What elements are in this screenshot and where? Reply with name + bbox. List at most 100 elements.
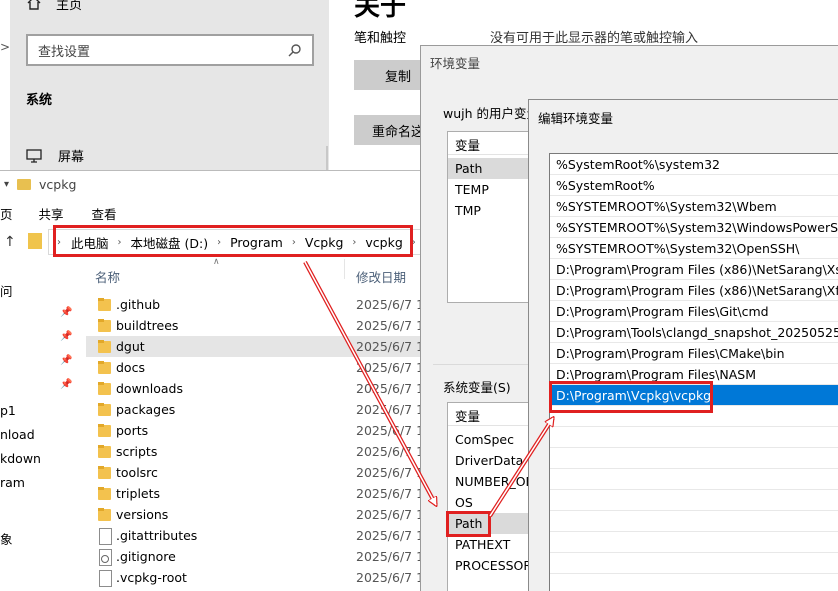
file-name: downloads: [116, 381, 183, 396]
file-row[interactable]: .gitignore 2025/6/7 1: [86, 546, 430, 567]
path-entry-empty[interactable]: [550, 427, 838, 448]
path-entry[interactable]: %SYSTEMROOT%\System32\WindowsPowerShel: [550, 217, 838, 238]
nav-item-screen[interactable]: 屏幕: [26, 146, 84, 165]
folder-icon: [97, 339, 113, 355]
file-date: 2025/6/7 1: [356, 423, 425, 438]
file-date: 2025/6/7 1: [356, 486, 425, 501]
quick-access-item[interactable]: p1: [0, 403, 16, 418]
nav-chevron-icon[interactable]: >: [0, 40, 10, 54]
path-entry[interactable]: %SYSTEMROOT%\System32\Wbem: [550, 196, 838, 217]
home-icon: [27, 0, 41, 10]
path-entry[interactable]: D:\Program\Program Files\CMake\bin: [550, 343, 838, 364]
file-row[interactable]: .vcpkg-root 2025/6/7 1: [86, 567, 430, 588]
folder-icon: [17, 179, 32, 190]
quick-access-item[interactable]: 象: [0, 529, 13, 548]
settings-search-input[interactable]: 查找设置: [26, 34, 314, 66]
search-placeholder: 查找设置: [38, 44, 91, 60]
tab-share[interactable]: 共享: [39, 204, 64, 223]
path-entry-empty[interactable]: [550, 448, 838, 469]
file-date: 2025/6/7 1: [356, 549, 425, 564]
path-entry-empty[interactable]: [550, 469, 838, 490]
path-entry[interactable]: D:\Program\Tools\clangd_snapshot_2025052…: [550, 322, 838, 343]
edit-env-var-dialog: 编辑环境变量 %SystemRoot%\system32 %SystemRoot%…: [528, 99, 838, 591]
file-date: 2025/6/7 1: [356, 528, 425, 543]
file-row[interactable]: versions 2025/6/7 1: [86, 504, 430, 525]
file-name: docs: [116, 360, 145, 375]
folder-icon: [97, 297, 113, 313]
path-entries-list[interactable]: %SystemRoot%\system32 %SystemRoot% %SYSTEM…: [549, 153, 838, 591]
file-row[interactable]: buildtrees 2025/6/7 1: [86, 315, 430, 336]
folder-icon: [97, 423, 113, 439]
expand-chevron-icon[interactable]: ▾: [4, 179, 9, 190]
file-date: 2025/6/7 1: [356, 570, 425, 585]
pin-icon[interactable]: 📌: [60, 331, 72, 342]
file-row[interactable]: downloads 2025/6/7 1: [86, 378, 430, 399]
file-date: 2025/6/7 1: [356, 297, 425, 312]
quick-access-item[interactable]: nload: [0, 427, 35, 442]
path-entry-empty[interactable]: [550, 490, 838, 511]
quick-access-item[interactable]: kdown: [0, 451, 41, 466]
file-row[interactable]: docs 2025/6/7 1: [86, 357, 430, 378]
folder-icon: [97, 444, 113, 460]
file-name: .gitignore: [116, 549, 176, 564]
config-file-icon: [97, 548, 113, 566]
file-name: packages: [116, 402, 176, 417]
file-name: dgut: [116, 339, 145, 354]
file-list: .github 2025/6/7 1 buildtrees 2025/6/7 1 dgu…: [86, 294, 430, 588]
quick-access-item[interactable]: ram: [0, 475, 25, 490]
list-header-variable[interactable]: 变量: [455, 135, 480, 154]
path-var-highlight-box: [446, 511, 491, 537]
path-entry[interactable]: D:\Program\Program Files (x86)\NetSarang…: [550, 259, 838, 280]
file-row[interactable]: ports 2025/6/7 1: [86, 420, 430, 441]
vcpkg-entry-highlight-box: [549, 381, 713, 413]
path-entry[interactable]: %SystemRoot%\system32: [550, 154, 838, 175]
file-date: 2025/6/7 1: [356, 444, 425, 459]
file-row[interactable]: dgut 2025/6/7 1: [86, 336, 430, 357]
file-date: 2025/6/7 1: [356, 360, 425, 375]
path-entry-empty[interactable]: [550, 532, 838, 553]
column-header-name[interactable]: 名称: [95, 267, 120, 286]
file-name: toolsrc: [116, 465, 158, 480]
path-entry-empty[interactable]: [550, 553, 838, 574]
address-folder-icon: [28, 233, 42, 249]
pin-icon[interactable]: 📌: [60, 379, 72, 390]
folder-icon: [97, 465, 113, 481]
column-divider[interactable]: [344, 259, 345, 279]
pin-icon[interactable]: 📌: [60, 307, 72, 318]
path-entry[interactable]: %SYSTEMROOT%\System32\OpenSSH\: [550, 238, 838, 259]
divider: [433, 364, 533, 365]
quick-access-pane: 问 📌 📌 📌 📌 p1 nload kdown ram 象: [0, 259, 80, 591]
file-date: 2025/6/7 1: [356, 381, 425, 396]
file-date: 2025/6/7 1: [356, 318, 425, 333]
file-row[interactable]: scripts 2025/6/7 1: [86, 441, 430, 462]
file-name: versions: [116, 507, 169, 522]
file-date: 2025/6/7 1: [356, 339, 425, 354]
pen-touch-value: 没有可用于此显示器的笔或触控输入: [490, 31, 699, 46]
quick-access-item[interactable]: 问: [0, 281, 13, 300]
sort-chevron-icon[interactable]: ∧: [213, 257, 220, 267]
file-row[interactable]: toolsrc 2025/6/7 1: [86, 462, 430, 483]
system-vars-label: 系统变量(S): [443, 380, 511, 395]
page-title: 关于: [354, 0, 407, 22]
search-icon: [288, 44, 301, 57]
file-row[interactable]: .github 2025/6/7 1: [86, 294, 430, 315]
file-row[interactable]: triplets 2025/6/7 1: [86, 483, 430, 504]
file-date: 2025/6/7 1: [356, 402, 425, 417]
column-header-date[interactable]: 修改日期: [356, 267, 406, 286]
up-arrow-icon[interactable]: ↑: [4, 234, 16, 250]
file-row[interactable]: packages 2025/6/7 1: [86, 399, 430, 420]
pin-icon[interactable]: 📌: [60, 355, 72, 366]
path-entry-empty[interactable]: [550, 511, 838, 532]
file-date: 2025/6/7 1: [356, 465, 425, 480]
explorer-title: ▾ vcpkg: [4, 177, 76, 192]
file-row[interactable]: .gitattributes 2025/6/7 1: [86, 525, 430, 546]
path-entry[interactable]: D:\Program\Program Files\Git\cmd: [550, 301, 838, 322]
nav-item-home[interactable]: 主页: [26, 0, 82, 13]
file-name: .gitattributes: [116, 528, 198, 543]
tab-page[interactable]: 页: [0, 204, 13, 223]
tab-view[interactable]: 查看: [92, 204, 117, 223]
folder-icon: [97, 486, 113, 502]
list-header-variable[interactable]: 变量: [455, 406, 480, 425]
path-entry[interactable]: %SystemRoot%: [550, 175, 838, 196]
path-entry[interactable]: D:\Program\Program Files (x86)\NetSarang…: [550, 280, 838, 301]
